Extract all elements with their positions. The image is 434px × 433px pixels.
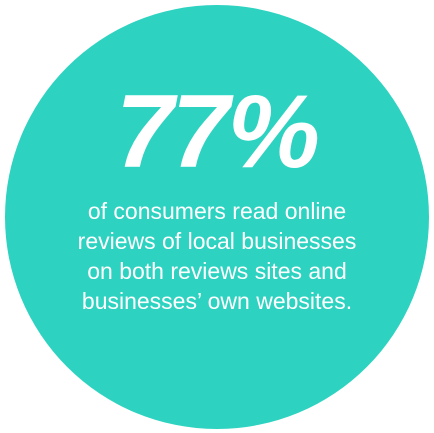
stat-figure: 77% [115,74,320,190]
stat-caption-line: businesses’ own websites. [81,288,353,314]
stat-caption: of consumers read online reviews of loca… [40,196,394,316]
stat-caption-line: reviews of local businesses [77,228,357,254]
stat-caption-line: of consumers read online [87,198,347,224]
stat-caption-line: on both reviews sites and [87,258,347,284]
stat-content: 77% of consumers read online reviews of … [0,0,434,433]
